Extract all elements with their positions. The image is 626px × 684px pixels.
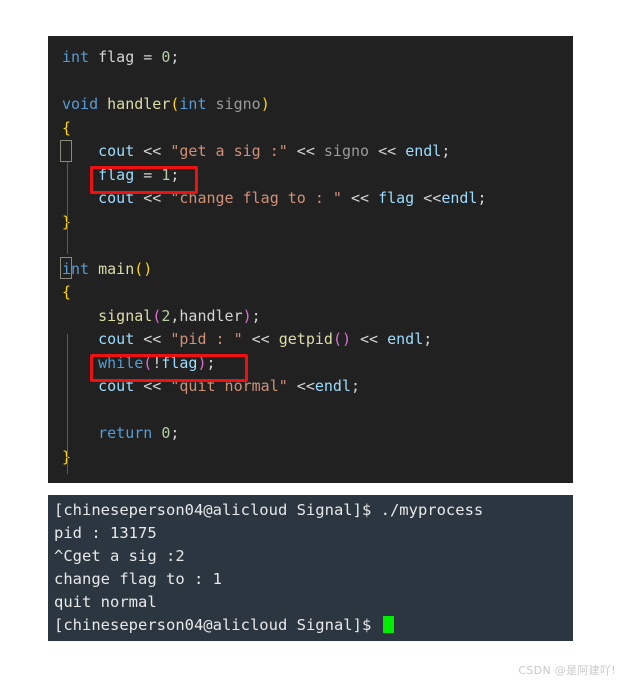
code-token: return: [98, 424, 153, 442]
code-token: ;: [351, 377, 361, 395]
code-line[interactable]: }: [48, 211, 573, 235]
terminal-line-text: quit normal: [54, 593, 157, 611]
brace-match-box: [60, 257, 72, 279]
code-token: ): [260, 95, 270, 113]
terminal-cursor: [382, 616, 394, 633]
while-loop-highlight: [90, 354, 248, 382]
terminal-line-text: [chineseperson04@alicloud Signal]$: [54, 616, 381, 634]
code-token: endl: [314, 377, 351, 395]
code-token: {: [62, 283, 72, 301]
terminal-line: quit normal: [54, 591, 573, 614]
code-token: ): [242, 306, 252, 325]
code-token: handler: [179, 306, 243, 325]
code-token: signo: [215, 95, 261, 113]
code-line[interactable]: return 0;: [48, 422, 573, 446]
code-token: endl: [441, 189, 478, 207]
code-line[interactable]: cout << "pid : " << getpid() << endl;: [48, 328, 573, 352]
code-token: ;: [477, 189, 487, 207]
code-token: signo: [323, 142, 370, 160]
code-token: <<: [287, 377, 315, 395]
brace-match-box: [60, 140, 72, 162]
code-token: main: [98, 259, 135, 278]
code-token: "get a sig :": [170, 142, 288, 160]
code-token: (: [332, 330, 342, 348]
code-token: ;: [441, 142, 451, 160]
code-token: ;: [251, 306, 261, 325]
indent-guide: [67, 162, 68, 254]
terminal-line: change flag to : 1: [54, 568, 573, 591]
terminal-panel[interactable]: [chineseperson04@alicloud Signal]$ ./myp…: [48, 495, 573, 641]
code-token: ;: [170, 424, 180, 442]
code-token: int: [179, 95, 207, 113]
code-line[interactable]: {: [48, 117, 573, 141]
terminal-line-text: ^Cget a sig :2: [54, 547, 185, 565]
code-token: <<: [414, 189, 442, 207]
flag-assignment-highlight: [90, 166, 198, 194]
terminal-line-text: pid : 13175: [54, 524, 157, 542]
code-line[interactable]: }: [48, 446, 573, 470]
code-token: <<: [341, 189, 379, 207]
code-token: flag =: [89, 48, 162, 66]
code-line[interactable]: [48, 399, 573, 423]
code-token: handler: [107, 95, 171, 113]
terminal-line-text: change flag to : 1: [54, 570, 222, 588]
code-line[interactable]: int flag = 0;: [48, 46, 573, 70]
code-token: (: [152, 306, 162, 325]
terminal-line-text: [chineseperson04@alicloud Signal]$ ./myp…: [54, 501, 484, 519]
code-token: cout: [98, 330, 135, 348]
terminal-line: pid : 13175: [54, 522, 573, 545]
code-token: <<: [134, 142, 171, 160]
code-token: signal: [98, 306, 153, 325]
code-token: (: [134, 259, 144, 278]
code-token: cout: [98, 142, 135, 160]
terminal-line: ^Cget a sig :2: [54, 545, 573, 568]
terminal-output: [chineseperson04@alicloud Signal]$ ./myp…: [48, 495, 573, 637]
code-line[interactable]: int main(): [48, 258, 573, 282]
code-line[interactable]: void handler(int signo): [48, 93, 573, 117]
code-token: <<: [242, 330, 279, 348]
code-token: ;: [423, 330, 433, 348]
code-token: void: [62, 95, 99, 113]
code-token: endl: [405, 142, 442, 160]
code-token: ;: [170, 48, 180, 66]
code-line[interactable]: {: [48, 281, 573, 305]
code-token: ): [341, 330, 351, 348]
code-token: <<: [351, 330, 388, 348]
code-token: flag: [378, 189, 415, 207]
code-token: {: [62, 118, 72, 137]
code-token: <<: [134, 330, 171, 348]
code-line[interactable]: signal(2,handler);: [48, 305, 573, 329]
code-token: getpid: [278, 330, 333, 348]
code-token: <<: [287, 142, 324, 160]
code-token: <<: [369, 142, 406, 160]
terminal-line: [chineseperson04@alicloud Signal]$ ./myp…: [54, 499, 573, 522]
code-token: "pid : ": [170, 330, 243, 348]
code-line[interactable]: [48, 234, 573, 258]
csdn-watermark: CSDN @是阿建吖!: [518, 664, 616, 677]
code-content[interactable]: int flag = 0; void handler(int signo){ c…: [48, 36, 573, 474]
code-editor-panel[interactable]: int flag = 0; void handler(int signo){ c…: [48, 36, 573, 483]
indent-guide: [67, 334, 68, 474]
code-line[interactable]: [48, 70, 573, 94]
terminal-line: [chineseperson04@alicloud Signal]$: [54, 614, 573, 637]
code-token: int: [62, 48, 90, 66]
code-token: ): [143, 259, 153, 278]
code-token: endl: [387, 330, 424, 348]
code-line[interactable]: cout << "get a sig :" << signo << endl;: [48, 140, 573, 164]
